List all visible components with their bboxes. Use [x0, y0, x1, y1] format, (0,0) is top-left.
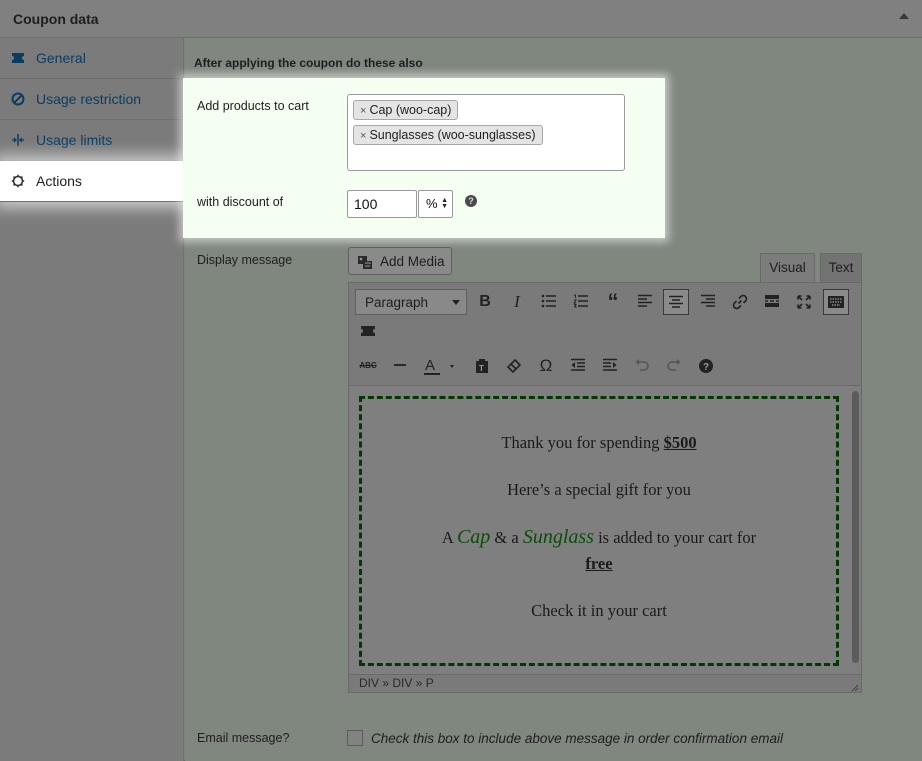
email-message-checkbox[interactable] — [347, 730, 363, 746]
message-free: free — [585, 554, 613, 573]
outdent-icon[interactable] — [565, 353, 591, 379]
message-line-spending: Thank you for spending $500 — [362, 433, 836, 453]
editor-scrollbar[interactable] — [852, 391, 859, 663]
display-message-label: Display message — [197, 253, 293, 267]
fullscreen-icon[interactable] — [791, 289, 817, 315]
tab-usage-limits[interactable]: Usage limits — [0, 120, 184, 161]
italic-icon[interactable]: I — [504, 289, 530, 315]
message-products-suffix: is added to your cart for — [593, 528, 757, 547]
align-center-icon[interactable] — [663, 289, 689, 315]
read-more-icon[interactable] — [759, 289, 785, 315]
resize-handle-icon[interactable] — [849, 680, 859, 692]
message-products-prefix: A — [441, 528, 457, 547]
indent-icon[interactable] — [597, 353, 623, 379]
email-message-label: Email message? — [197, 731, 290, 745]
help-icon[interactable]: ? — [465, 195, 477, 207]
coupon-icon[interactable] — [355, 319, 381, 345]
add-products-label: Add products to cart — [197, 99, 309, 113]
bullet-list-icon[interactable] — [536, 289, 562, 315]
clear-formatting-icon[interactable] — [501, 353, 527, 379]
product-chip[interactable]: × Cap (woo-cap) — [353, 100, 459, 120]
tab-usage-restriction[interactable]: Usage restriction — [0, 79, 184, 120]
chevron-down-icon — [452, 300, 460, 305]
svg-text:A: A — [425, 358, 435, 374]
redo-icon[interactable] — [661, 353, 687, 379]
panel-header[interactable]: Coupon data — [0, 0, 922, 38]
discount-unit-value: % — [426, 196, 438, 211]
coupon-tabs-sidebar: General Usage restriction Usage limits A… — [0, 38, 184, 761]
tab-actions-label: Actions — [36, 173, 82, 189]
link-icon[interactable] — [727, 289, 753, 315]
blockquote-icon[interactable]: “ — [600, 289, 626, 315]
product-chip-label: Cap (woo-cap) — [369, 103, 452, 117]
product-chip[interactable]: × Sunglasses (woo-sunglasses) — [353, 125, 543, 145]
message-products-and: & a — [490, 528, 523, 547]
collapse-arrow-icon[interactable] — [899, 13, 909, 19]
select-arrows-icon: ▲ ▼ — [441, 197, 448, 210]
message-line-check: Check it in your cart — [531, 601, 667, 620]
tab-actions[interactable]: Actions — [0, 161, 184, 202]
tab-text[interactable]: Text — [820, 253, 862, 283]
add-media-label: Add Media — [380, 254, 445, 269]
horizontal-line-icon[interactable] — [387, 353, 413, 379]
bold-icon[interactable]: B — [472, 289, 498, 315]
message-line-products: A Cap & a Sunglass is added to your cart… — [362, 526, 836, 549]
restricted-icon — [11, 92, 25, 106]
email-message-checkbox-label: Check this box to include above message … — [371, 731, 783, 746]
product-chip-label: Sunglasses (woo-sunglasses) — [369, 128, 536, 142]
svg-text:T: T — [479, 364, 484, 373]
format-select-value: Paragraph — [365, 295, 429, 310]
svg-text:?: ? — [703, 362, 709, 373]
message-sunglass: Sunglass — [522, 526, 594, 548]
tab-general-label: General — [36, 50, 86, 66]
discount-label: with discount of — [197, 195, 284, 209]
remove-chip-icon[interactable]: × — [360, 130, 366, 142]
format-select[interactable]: Paragraph — [355, 289, 467, 315]
strikethrough-icon[interactable]: ABC — [355, 353, 381, 379]
message-spending-text: Thank you for spending — [501, 433, 664, 452]
message-spending-amount: $500 — [663, 433, 697, 452]
tab-usage-restriction-label: Usage restriction — [36, 91, 142, 107]
numbered-list-icon[interactable] — [568, 289, 594, 315]
section-heading: After applying the coupon do these also — [194, 56, 423, 70]
undo-icon[interactable] — [629, 353, 655, 379]
tab-usage-limits-label: Usage limits — [36, 132, 113, 148]
panel-title: Coupon data — [13, 11, 99, 27]
message-cap: Cap — [456, 526, 491, 548]
message-line-free: free — [362, 554, 836, 574]
add-media-button[interactable]: Add Media — [348, 247, 452, 275]
align-left-icon[interactable] — [632, 289, 658, 315]
gear-icon — [11, 174, 25, 188]
discount-unit-select[interactable]: % ▲ ▼ — [418, 190, 453, 218]
paste-text-icon[interactable]: T — [469, 353, 495, 379]
editor-path-statusbar: DIV » DIV » P — [348, 674, 862, 693]
keyboard-shortcuts-help-icon[interactable]: ? — [693, 353, 719, 379]
remove-chip-icon[interactable]: × — [360, 105, 366, 117]
special-character-icon[interactable]: Ω — [533, 353, 559, 379]
media-icon — [357, 254, 373, 270]
discount-amount-input[interactable]: 100 — [347, 190, 417, 218]
toolbar-toggle-icon[interactable] — [823, 289, 849, 315]
tab-general[interactable]: General — [0, 38, 184, 79]
message-line-gift: Here’s a special gift for you — [507, 480, 691, 499]
ticket-icon — [11, 51, 25, 65]
text-color-icon[interactable]: A — [419, 353, 459, 379]
tab-visual[interactable]: Visual — [760, 253, 815, 283]
align-right-icon[interactable] — [695, 289, 721, 315]
limits-icon — [11, 133, 25, 147]
